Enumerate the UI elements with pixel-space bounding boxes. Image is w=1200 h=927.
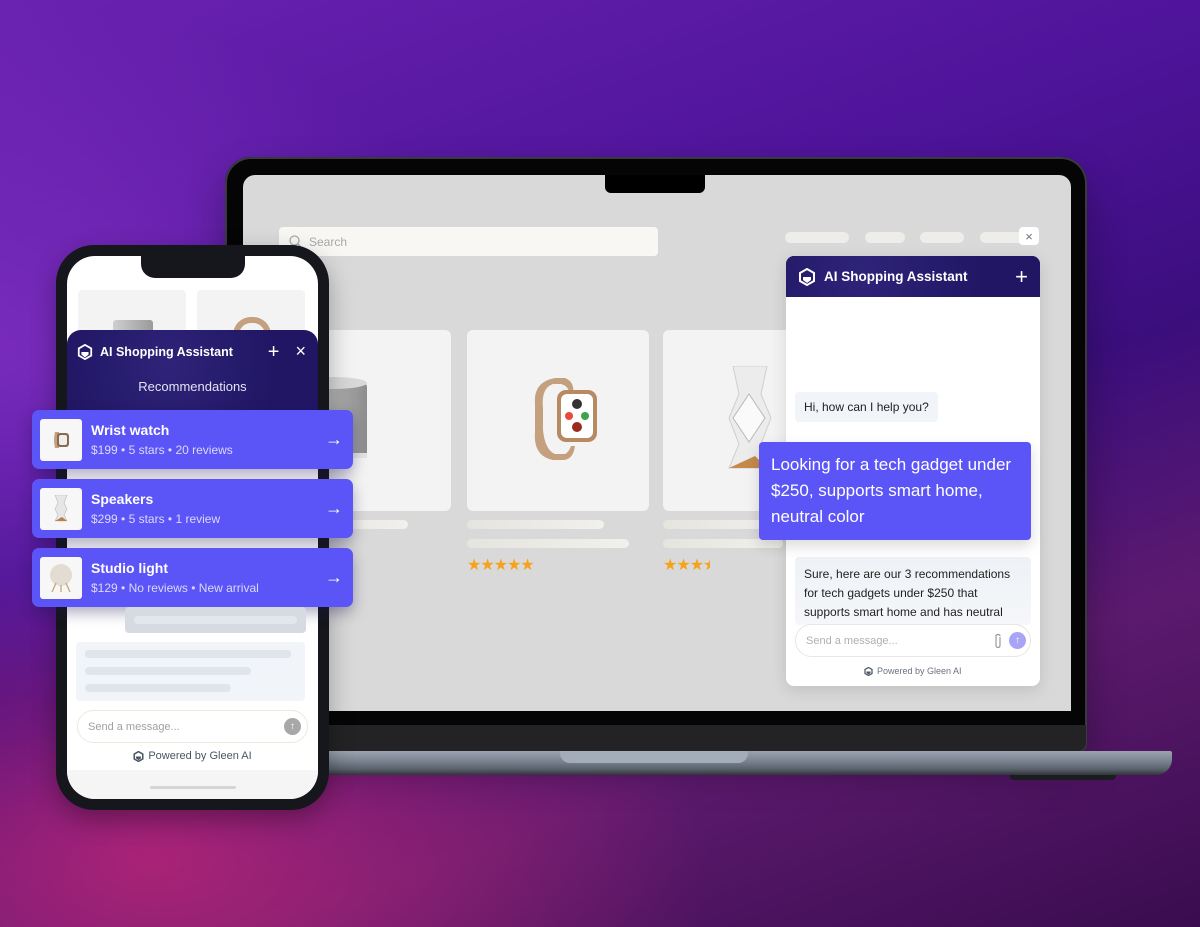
search-placeholder: Search: [309, 234, 348, 249]
recommendation-card[interactable]: Speakers $299 • 5 stars • 1 review →: [32, 479, 353, 538]
product-meta: $199 • 5 stars • 20 reviews: [91, 443, 233, 457]
close-button[interactable]: ×: [295, 341, 306, 362]
product-meta: $129 • No reviews • New arrival: [91, 581, 259, 595]
product-thumbnail: [40, 487, 82, 530]
message-placeholder-bubble: [125, 607, 306, 633]
product-title-placeholder: [467, 520, 604, 529]
chat-title: AI Shopping Assistant: [100, 344, 233, 359]
arrow-right-icon[interactable]: →: [325, 429, 343, 450]
arrow-right-icon[interactable]: →: [325, 498, 343, 519]
paperclip-icon[interactable]: [993, 633, 1003, 649]
lamp-icon: [50, 563, 72, 592]
product-name: Studio light: [91, 560, 168, 576]
new-chat-button[interactable]: +: [1015, 265, 1028, 288]
product-card[interactable]: [467, 330, 649, 511]
send-button[interactable]: ↑: [1009, 632, 1026, 649]
speaker-icon: [54, 494, 68, 521]
gleen-logo-icon: [133, 750, 144, 762]
product-meta: $299 • 5 stars • 1 review: [91, 512, 221, 526]
close-icon: ×: [1025, 228, 1033, 244]
product-price-placeholder: [663, 539, 783, 548]
send-button[interactable]: ↑: [284, 718, 301, 735]
powered-by: Powered by Gleen AI: [864, 666, 962, 676]
recommendations-heading: Recommendations: [138, 379, 247, 394]
gleen-logo-icon: [864, 666, 873, 676]
nav-link[interactable]: [865, 232, 905, 243]
nav-link[interactable]: [785, 232, 849, 243]
arrow-right-icon[interactable]: →: [325, 567, 343, 588]
camera-notch: [605, 175, 705, 193]
rating-stars: ★★★★: [663, 557, 710, 574]
gleen-logo-icon: [77, 343, 93, 360]
laptop-chin: [228, 725, 1086, 751]
bot-message: Sure, here are our 3 recommendations for…: [795, 557, 1031, 625]
chat-header: AI Shopping Assistant +: [786, 256, 1040, 297]
close-chat-button[interactable]: ×: [1019, 227, 1039, 245]
product-name: Speakers: [91, 491, 154, 507]
bot-message: Hi, how can I help you?: [795, 392, 938, 422]
new-chat-button[interactable]: +: [268, 342, 280, 362]
product-thumbnail: [40, 556, 82, 599]
watch-icon: [54, 431, 69, 448]
message-placeholder: Send a message...: [88, 720, 180, 733]
arrow-up-icon: ↑: [1015, 635, 1020, 646]
search-input[interactable]: Search: [279, 227, 658, 256]
home-indicator: [150, 786, 236, 789]
laptop-foot: [1010, 775, 1116, 780]
product-name: Wrist watch: [91, 422, 170, 438]
arrow-up-icon: ↑: [290, 721, 295, 732]
watch-image: [534, 378, 597, 460]
powered-by: Powered by Gleen AI: [67, 750, 318, 762]
product-thumbnail: [40, 418, 82, 461]
laptop-groove: [560, 751, 748, 763]
recommendation-card[interactable]: Wrist watch $199 • 5 stars • 20 reviews …: [32, 410, 353, 469]
message-input[interactable]: Send a message... ↑: [77, 710, 308, 743]
chat-title: AI Shopping Assistant: [824, 269, 968, 284]
message-placeholder-bubble: [76, 642, 305, 701]
phone-chat-header: AI Shopping Assistant + × Recommendation…: [67, 330, 318, 420]
product-price-placeholder: [467, 539, 629, 548]
message-input[interactable]: Send a message... ↑: [795, 624, 1031, 657]
user-message: Looking for a tech gadget under $250, su…: [759, 442, 1031, 540]
recommendation-card[interactable]: Studio light $129 • No reviews • New arr…: [32, 548, 353, 607]
phone-notch: [141, 256, 245, 278]
rating-stars: ★★★★★: [467, 557, 535, 574]
gleen-logo-icon: [799, 267, 815, 286]
message-placeholder: Send a message...: [806, 634, 898, 647]
nav-link[interactable]: [920, 232, 964, 243]
phone-footer: [67, 770, 318, 799]
